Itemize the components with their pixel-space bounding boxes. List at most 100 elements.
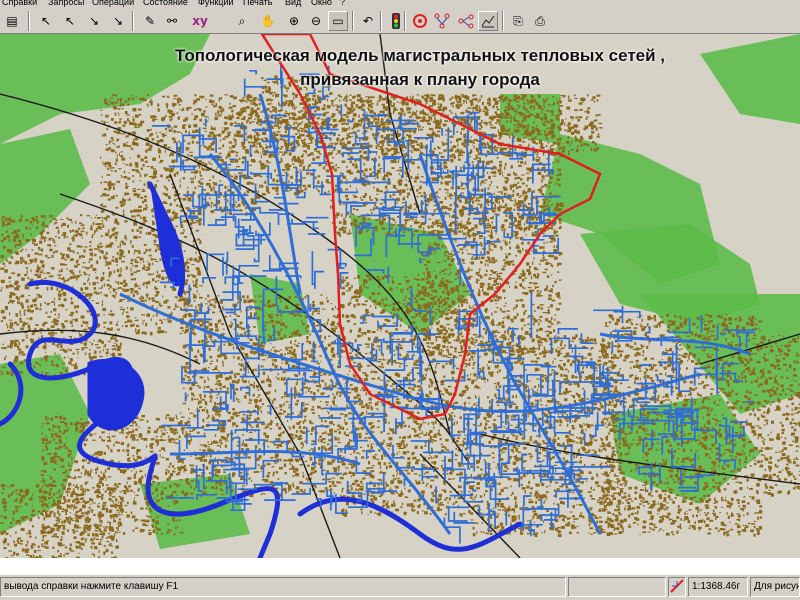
building bbox=[224, 440, 229, 442]
building bbox=[321, 379, 324, 382]
building bbox=[325, 179, 329, 183]
building bbox=[446, 189, 449, 192]
building bbox=[535, 102, 539, 105]
building bbox=[535, 153, 539, 155]
building bbox=[297, 329, 300, 332]
network-nodes-icon[interactable] bbox=[432, 11, 452, 31]
undo-icon[interactable]: ↶ bbox=[358, 11, 378, 31]
building bbox=[208, 460, 213, 463]
building bbox=[188, 433, 192, 435]
menu-item[interactable]: Состояние bbox=[143, 0, 188, 7]
building bbox=[161, 117, 166, 120]
menu-item[interactable]: Функции bbox=[198, 0, 233, 7]
building bbox=[182, 402, 187, 405]
building bbox=[294, 373, 297, 376]
building bbox=[312, 157, 316, 161]
pencil-icon[interactable]: ✎ bbox=[140, 11, 160, 31]
building bbox=[329, 385, 332, 388]
building bbox=[329, 428, 334, 432]
building bbox=[478, 271, 480, 274]
building bbox=[218, 159, 222, 161]
building bbox=[234, 134, 239, 137]
select-arrow-icon[interactable]: ↖ bbox=[60, 11, 80, 31]
building bbox=[277, 333, 280, 336]
building bbox=[505, 214, 508, 217]
menu-item[interactable]: Запросы bbox=[48, 0, 84, 7]
building bbox=[314, 176, 317, 179]
pointer-icon[interactable]: ↖ bbox=[36, 11, 56, 31]
chart-icon[interactable] bbox=[478, 11, 498, 31]
building bbox=[179, 178, 181, 181]
city-map-canvas[interactable] bbox=[0, 34, 800, 558]
building bbox=[405, 145, 407, 149]
map-view[interactable]: Топологическая модель магистральных тепл… bbox=[0, 34, 800, 558]
zoom-magnifier-icon[interactable]: ⌕ bbox=[232, 11, 252, 31]
target-icon[interactable] bbox=[410, 11, 430, 31]
network-graph-icon[interactable] bbox=[456, 11, 476, 31]
building bbox=[269, 322, 271, 324]
hand-pan-icon[interactable]: ✋ bbox=[258, 11, 278, 31]
building bbox=[210, 202, 213, 205]
print-icon[interactable]: ⎙ bbox=[530, 11, 550, 31]
building bbox=[485, 316, 489, 320]
building bbox=[495, 200, 498, 204]
building bbox=[268, 103, 273, 105]
building bbox=[514, 285, 518, 288]
building bbox=[215, 103, 218, 107]
building bbox=[546, 275, 550, 278]
building bbox=[517, 226, 519, 229]
building bbox=[116, 154, 118, 158]
building bbox=[152, 157, 156, 161]
building bbox=[192, 429, 195, 431]
zoom-in-icon[interactable]: ⊕ bbox=[284, 11, 304, 31]
building bbox=[507, 253, 511, 256]
building bbox=[403, 196, 405, 200]
select-arrow-plus-icon[interactable]: ↘ bbox=[108, 11, 128, 31]
building bbox=[329, 462, 331, 465]
menu-item[interactable]: Вид bbox=[285, 0, 301, 7]
building bbox=[148, 175, 152, 178]
building bbox=[142, 188, 145, 191]
building bbox=[302, 184, 306, 187]
building bbox=[488, 278, 492, 280]
building bbox=[222, 364, 224, 367]
menu-item[interactable]: Операции bbox=[92, 0, 134, 7]
copy-icon[interactable]: ⎘ bbox=[508, 11, 528, 31]
building bbox=[196, 108, 201, 110]
building bbox=[318, 382, 320, 385]
building bbox=[218, 100, 220, 103]
building bbox=[215, 112, 217, 116]
building bbox=[115, 158, 118, 162]
xy-icon[interactable]: xy bbox=[190, 11, 210, 31]
save-icon[interactable]: ▤ bbox=[2, 11, 22, 31]
building bbox=[187, 143, 189, 145]
building bbox=[124, 192, 127, 196]
building bbox=[403, 102, 406, 105]
building bbox=[207, 378, 209, 381]
building bbox=[355, 209, 359, 211]
building bbox=[477, 199, 481, 202]
building bbox=[165, 175, 168, 179]
select-arrow-x-icon[interactable]: ↘ bbox=[84, 11, 104, 31]
traffic-light-icon[interactable] bbox=[386, 11, 406, 31]
building bbox=[481, 195, 484, 198]
building bbox=[318, 310, 320, 313]
building bbox=[312, 301, 315, 305]
zoom-extent-icon[interactable]: ▭ bbox=[328, 11, 348, 31]
zoom-out-icon[interactable]: ⊖ bbox=[306, 11, 326, 31]
building bbox=[212, 311, 216, 314]
binoculars-icon[interactable]: ⚯ bbox=[162, 11, 182, 31]
menu-item[interactable]: Окно bbox=[311, 0, 332, 7]
menu-item[interactable]: Справки bbox=[2, 0, 37, 7]
building bbox=[206, 120, 209, 122]
building bbox=[451, 250, 453, 253]
menu-item[interactable]: Печать bbox=[243, 0, 272, 7]
building bbox=[189, 154, 194, 157]
building bbox=[478, 256, 480, 260]
menu-item[interactable]: ? bbox=[340, 0, 345, 7]
building bbox=[210, 398, 212, 400]
building bbox=[473, 196, 475, 199]
building bbox=[170, 110, 173, 113]
building bbox=[189, 429, 191, 433]
building bbox=[524, 348, 528, 350]
